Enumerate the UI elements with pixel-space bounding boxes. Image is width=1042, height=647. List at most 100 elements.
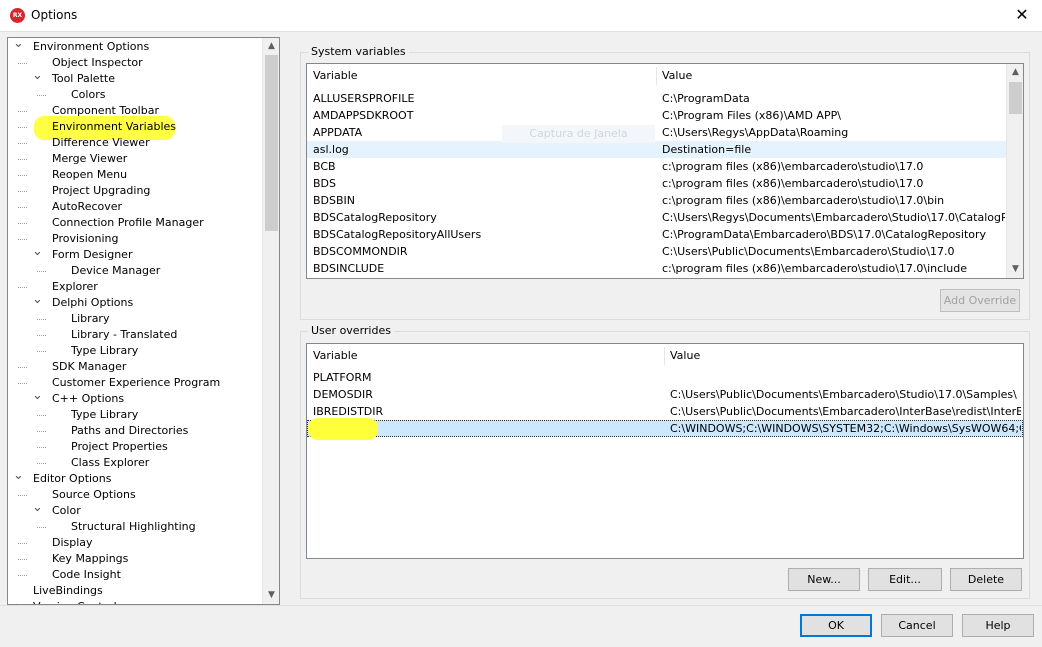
cell-value: c:\program files (x86)\embarcadero\studi…	[662, 177, 924, 190]
column-header-value[interactable]: Value	[657, 64, 692, 88]
system-variables-label: System variables	[308, 45, 409, 58]
cell-value: C:\Program Files (x86)\AMD APP\	[662, 109, 841, 122]
chevron-down-icon[interactable]: ⌄	[13, 469, 24, 487]
tree-item[interactable]: Type Library	[8, 407, 263, 423]
tree-item[interactable]: ⌄ Color	[8, 501, 263, 519]
scroll-thumb[interactable]	[265, 55, 278, 231]
table-row[interactable]: DEMOSDIR C:\Users\Public\Documents\Embarc…	[307, 386, 1023, 403]
tree-item[interactable]: Device Manager	[8, 263, 263, 279]
tree-scrollbar[interactable]: ▲ ▼	[262, 38, 279, 604]
tree-item[interactable]: ⌄ Delphi Options	[8, 293, 263, 311]
system-variables-list[interactable]: Variable Value ALLUSERSPROFILE C:\Program…	[306, 63, 1024, 279]
tree-item[interactable]: Project Properties	[8, 439, 263, 455]
tree-item-label: Type Library	[71, 344, 139, 357]
tree-item[interactable]: Library - Translated	[8, 327, 263, 343]
table-row[interactable]: PLATFORM	[307, 369, 1023, 386]
tree-connector	[18, 575, 27, 576]
table-row[interactable]: AMDAPPSDKROOT C:\Program Files (x86)\AMD …	[307, 107, 1006, 124]
tree-item[interactable]: ⌄ C++ Options	[8, 389, 263, 407]
tree-item[interactable]: Merge Viewer	[8, 151, 263, 167]
tree-item[interactable]: ⌄ Editor Options	[8, 469, 263, 487]
table-row[interactable]: BDSINCLUDE c:\program files (x86)\embarca…	[307, 260, 1006, 277]
table-row[interactable]: ALLUSERSPROFILE C:\ProgramData	[307, 90, 1006, 107]
table-row[interactable]: asl.log Destination=file	[307, 141, 1006, 158]
chevron-down-icon[interactable]: ⌄	[32, 389, 43, 407]
tree-item[interactable]: Structural Highlighting	[8, 519, 263, 535]
tree-connector	[18, 223, 27, 224]
column-header-variable[interactable]: Variable	[308, 64, 358, 88]
scroll-up-icon[interactable]: ▲	[1007, 64, 1023, 81]
tree-item[interactable]: Display	[8, 535, 263, 551]
system-list-scrollbar[interactable]: ▲ ▼	[1006, 64, 1023, 278]
tree-item[interactable]: SDK Manager	[8, 359, 263, 375]
tree-connector	[18, 127, 27, 128]
add-override-button[interactable]: Add Override	[940, 289, 1020, 312]
ok-button[interactable]: OK	[800, 614, 872, 637]
tree-item[interactable]: Explorer	[8, 279, 263, 295]
tree-item-label: Customer Experience Program	[52, 376, 221, 389]
chevron-down-icon[interactable]: ⌄	[32, 501, 43, 519]
options-tree[interactable]: ⌄ Environment Options Object Inspector ⌄ Too…	[7, 37, 280, 605]
tree-item-label: Class Explorer	[71, 456, 150, 469]
table-row[interactable]: PATHC:\WINDOWS;C:\WINDOWS\SYSTEM32;C:\Wi…	[307, 420, 1023, 437]
tree-item[interactable]: AutoRecover	[8, 199, 263, 215]
tree-item[interactable]: Reopen Menu	[8, 167, 263, 183]
tree-item[interactable]: Type Library	[8, 343, 263, 359]
tree-item[interactable]: Colors	[8, 87, 263, 103]
table-row[interactable]: BCB c:\program files (x86)\embarcadero\st…	[307, 158, 1006, 175]
chevron-down-icon[interactable]: ⌄	[32, 293, 43, 311]
column-header-variable[interactable]: Variable	[308, 344, 358, 368]
table-row[interactable]: BDSCOMMONDIR C:\Users\Public\Documents\Em…	[307, 243, 1006, 260]
tree-item[interactable]: Provisioning	[8, 231, 263, 247]
table-row[interactable]: IBREDISTDIR C:\Users\Public\Documents\Emb…	[307, 403, 1023, 420]
tree-item[interactable]: Environment Variables	[8, 119, 263, 135]
scroll-thumb[interactable]	[1009, 82, 1022, 114]
tree-item[interactable]: Project Upgrading	[8, 183, 263, 199]
cell-variable: BDS	[313, 177, 336, 190]
cell-value: C:\ProgramData\Embarcadero\BDS\17.0\Cata…	[662, 228, 987, 241]
tree-connector	[18, 143, 27, 144]
chevron-down-icon[interactable]: ⌄	[13, 38, 24, 55]
cell-value: C:\Users\Public\Documents\Embarcadero\In…	[670, 405, 1021, 418]
cancel-button[interactable]: Cancel	[881, 614, 953, 637]
tree-connector	[18, 383, 27, 384]
tree-item[interactable]: Library	[8, 311, 263, 327]
tree-item[interactable]: Key Mappings	[8, 551, 263, 567]
scroll-down-icon[interactable]: ▼	[1007, 261, 1023, 278]
tree-item[interactable]: LiveBindings	[8, 583, 263, 599]
scroll-down-icon[interactable]: ▼	[263, 587, 279, 604]
table-row[interactable]: BDSCatalogRepository C:\Users\Regys\Docum…	[307, 209, 1006, 226]
tree-connector	[18, 559, 27, 560]
scroll-up-icon[interactable]: ▲	[263, 38, 279, 55]
chevron-down-icon[interactable]: ⌄	[32, 245, 43, 263]
close-icon[interactable]: ✕	[1012, 4, 1032, 26]
tree-item[interactable]: Component Toolbar	[8, 103, 263, 119]
edit-button[interactable]: Edit...	[868, 568, 942, 591]
tree-item[interactable]: Code Insight	[8, 567, 263, 583]
tree-item[interactable]: ⌄ Environment Options	[8, 38, 263, 55]
help-button[interactable]: Help	[962, 614, 1034, 637]
tree-item[interactable]: ⌄ Tool Palette	[8, 69, 263, 87]
tree-item[interactable]: Class Explorer	[8, 455, 263, 471]
table-row[interactable]: BDSBIN c:\program files (x86)\embarcadero…	[307, 192, 1006, 209]
column-header-value[interactable]: Value	[665, 344, 700, 368]
tree-item[interactable]: Source Options	[8, 487, 263, 503]
tree-item[interactable]: Object Inspector	[8, 55, 263, 71]
tree-connector	[18, 239, 27, 240]
footer-divider	[0, 605, 1042, 606]
tree-item[interactable]: ⌄ Form Designer	[8, 245, 263, 263]
tree-item[interactable]: Paths and Directories	[8, 423, 263, 439]
delete-button[interactable]: Delete	[950, 568, 1022, 591]
table-row[interactable]: BDSCatalogRepositoryAllUsers C:\ProgramDa…	[307, 226, 1006, 243]
table-row[interactable]: APPDATA C:\Users\Regys\AppData\Roaming	[307, 124, 1006, 141]
tree-item[interactable]: Difference Viewer	[8, 135, 263, 151]
cell-variable: BDSCatalogRepositoryAllUsers	[313, 228, 482, 241]
tree-item[interactable]: Connection Profile Manager	[8, 215, 263, 231]
new-button[interactable]: New...	[788, 568, 860, 591]
cell-value: c:\program files (x86)\embarcadero\studi…	[662, 194, 945, 207]
table-row[interactable]: BDS c:\program files (x86)\embarcadero\st…	[307, 175, 1006, 192]
tree-item[interactable]: Customer Experience Program	[8, 375, 263, 391]
tree-connector	[37, 447, 46, 448]
user-overrides-list[interactable]: Variable Value PLATFORM DEMOSDIR C:\Users\…	[306, 343, 1024, 559]
chevron-down-icon[interactable]: ⌄	[32, 69, 43, 87]
